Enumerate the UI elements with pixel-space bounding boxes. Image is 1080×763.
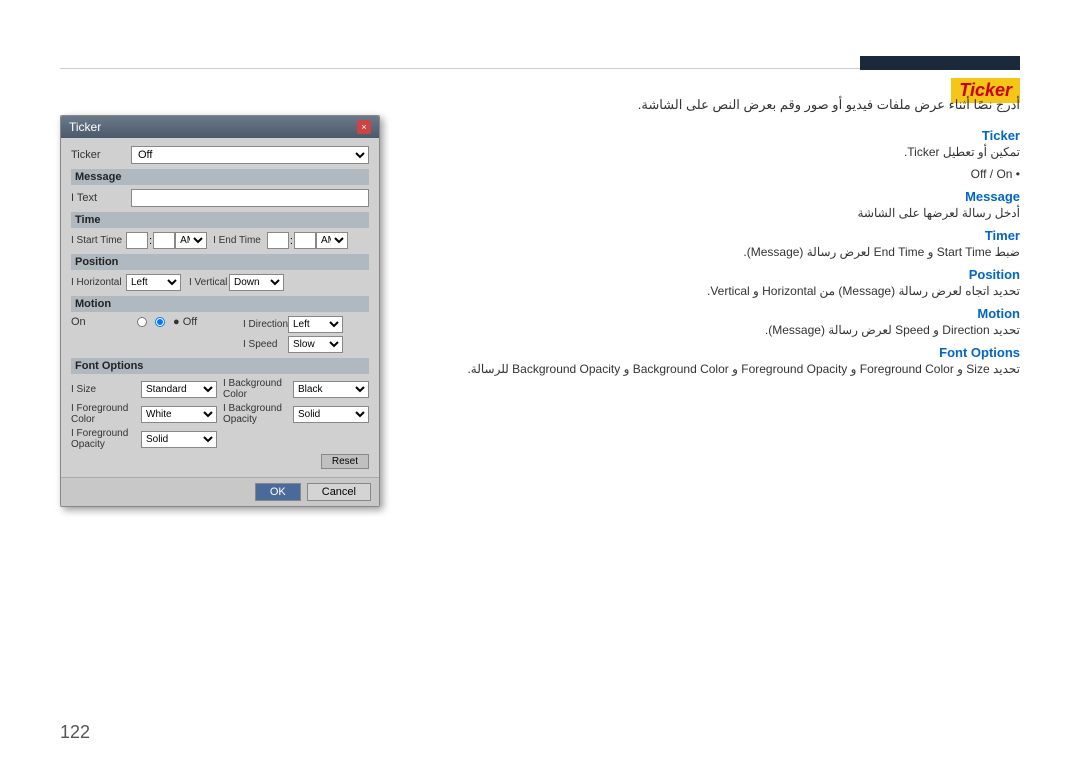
bg-color-label: I Background Color (223, 378, 293, 400)
time-divider: I End Time (213, 235, 261, 246)
time-section-header: Time (71, 212, 369, 228)
top-bar-decoration (860, 56, 1020, 70)
page-number: 122 (60, 722, 90, 743)
arabic-intro: أدرج نصًا أثناء عرض ملفات فيديو أو صور و… (180, 95, 1020, 116)
horizontal-select[interactable]: Left Center Right (126, 274, 181, 291)
fg-color-label: I Foreground Color (71, 403, 141, 425)
horizontal-label: I Horizontal (71, 277, 126, 288)
direction-speed-group: I Direction Left Right I Speed Slow Norm… (243, 316, 343, 353)
motion-on-radio[interactable] (137, 317, 147, 327)
motion-radio-group: On ● Off (71, 316, 233, 328)
direction-row: I Direction Left Right (243, 316, 343, 333)
size-label: I Size (71, 384, 141, 395)
direction-select[interactable]: Left Right (288, 316, 343, 333)
bg-opacity-label: I Background Opacity (223, 403, 293, 425)
dialog-titlebar: Ticker × (61, 116, 379, 138)
speed-select[interactable]: Slow Normal Fast (288, 336, 343, 353)
vertical-label: I Vertical (189, 277, 229, 288)
motion-off-radio[interactable] (155, 317, 165, 327)
text-row: I Text (71, 189, 369, 207)
content-area: أدرج نصًا أثناء عرض ملفات فيديو أو صور و… (60, 85, 1020, 703)
bg-opacity-select[interactable]: Solid Transparent (293, 406, 369, 423)
end-ampm-select[interactable]: AM PM (316, 232, 348, 249)
start-min-input[interactable]: 00 (153, 232, 175, 249)
time-row: I Start Time 12 : 00 AM PM I End Time 12… (71, 232, 369, 249)
dialog-body: Ticker Off On Message I Text Time I Star… (61, 138, 379, 477)
position-section-header: Position (71, 254, 369, 270)
ok-button[interactable]: OK (255, 483, 301, 501)
end-min-input[interactable]: 00 (294, 232, 316, 249)
fg-color-select[interactable]: White Black (141, 406, 217, 423)
bg-color-select[interactable]: Black White (293, 381, 369, 398)
reset-row: Reset (71, 454, 369, 469)
dialog-close-button[interactable]: × (357, 120, 371, 134)
cancel-button[interactable]: Cancel (307, 483, 371, 501)
fg-color-row: I Foreground Color White Black (71, 403, 217, 425)
end-hour-input[interactable]: 12 (267, 232, 289, 249)
dialog-title: Ticker (69, 120, 101, 134)
fg-opacity-row: I Foreground Opacity Solid Transparent (71, 428, 217, 450)
motion-off-label: ● Off (173, 316, 233, 328)
font-options-section-header: Font Options (71, 358, 369, 374)
speed-label: I Speed (243, 339, 288, 350)
dialog-footer: OK Cancel (61, 477, 379, 506)
start-hour-input[interactable]: 12 (126, 232, 148, 249)
font-options-grid: I Size Standard Large I Background Color… (71, 378, 369, 450)
ticker-field-label: Ticker (71, 149, 131, 161)
reset-button[interactable]: Reset (321, 454, 369, 469)
fg-opacity-label: I Foreground Opacity (71, 428, 141, 450)
direction-label: I Direction (243, 319, 288, 330)
ticker-select[interactable]: Off On (131, 146, 369, 164)
fg-opacity-select[interactable]: Solid Transparent (141, 431, 217, 448)
start-ampm-select[interactable]: AM PM (175, 232, 207, 249)
text-field-label: I Text (71, 192, 131, 204)
ticker-dialog: Ticker × Ticker Off On Message I Text Ti… (60, 115, 380, 507)
size-select[interactable]: Standard Large (141, 381, 217, 398)
size-row: I Size Standard Large (71, 378, 217, 400)
bg-opacity-row: I Background Opacity Solid Transparent (223, 403, 369, 425)
start-time-label: I Start Time (71, 235, 126, 246)
speed-row: I Speed Slow Normal Fast (243, 336, 343, 353)
vertical-select[interactable]: Up Down (229, 274, 284, 291)
motion-section-header: Motion (71, 296, 369, 312)
motion-on-label: On (71, 316, 131, 328)
message-section-header: Message (71, 169, 369, 185)
message-text-input[interactable] (131, 189, 369, 207)
bg-color-row: I Background Color Black White (223, 378, 369, 400)
position-row: I Horizontal Left Center Right I Vertica… (71, 274, 369, 291)
motion-row: On ● Off I Direction Left Right I Speed (71, 316, 369, 353)
ticker-row: Ticker Off On (71, 146, 369, 164)
